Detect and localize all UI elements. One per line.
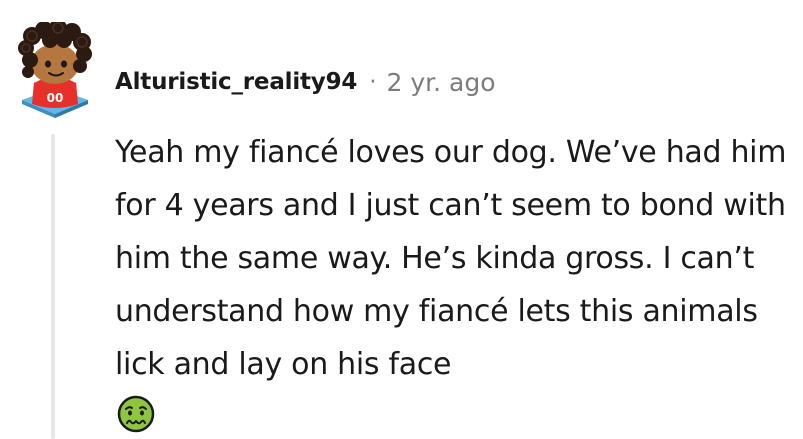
jersey-text: 00: [47, 91, 64, 105]
user-avatar[interactable]: 00: [12, 19, 98, 118]
snoo-avatar-icon: 00: [18, 19, 92, 118]
comment-body: Yeah my fiancé loves our dog. We’ve had …: [115, 126, 795, 391]
comment-header: Alturistic_reality94 · 2 yr. ago: [115, 62, 496, 102]
nauseated-face-icon: [117, 395, 155, 433]
author-username[interactable]: Alturistic_reality94: [115, 69, 357, 95]
nauseated-face-emoji: [117, 395, 155, 433]
comment-timestamp[interactable]: 2 yr. ago: [387, 68, 496, 97]
comment: 00 Alturistic_reality94 · 2 yr. ago Yeah…: [0, 0, 803, 439]
comment-text: Yeah my fiancé loves our dog. We’ve had …: [115, 135, 787, 382]
meta-separator: ·: [369, 69, 377, 95]
thread-collapse-line[interactable]: [51, 134, 55, 439]
